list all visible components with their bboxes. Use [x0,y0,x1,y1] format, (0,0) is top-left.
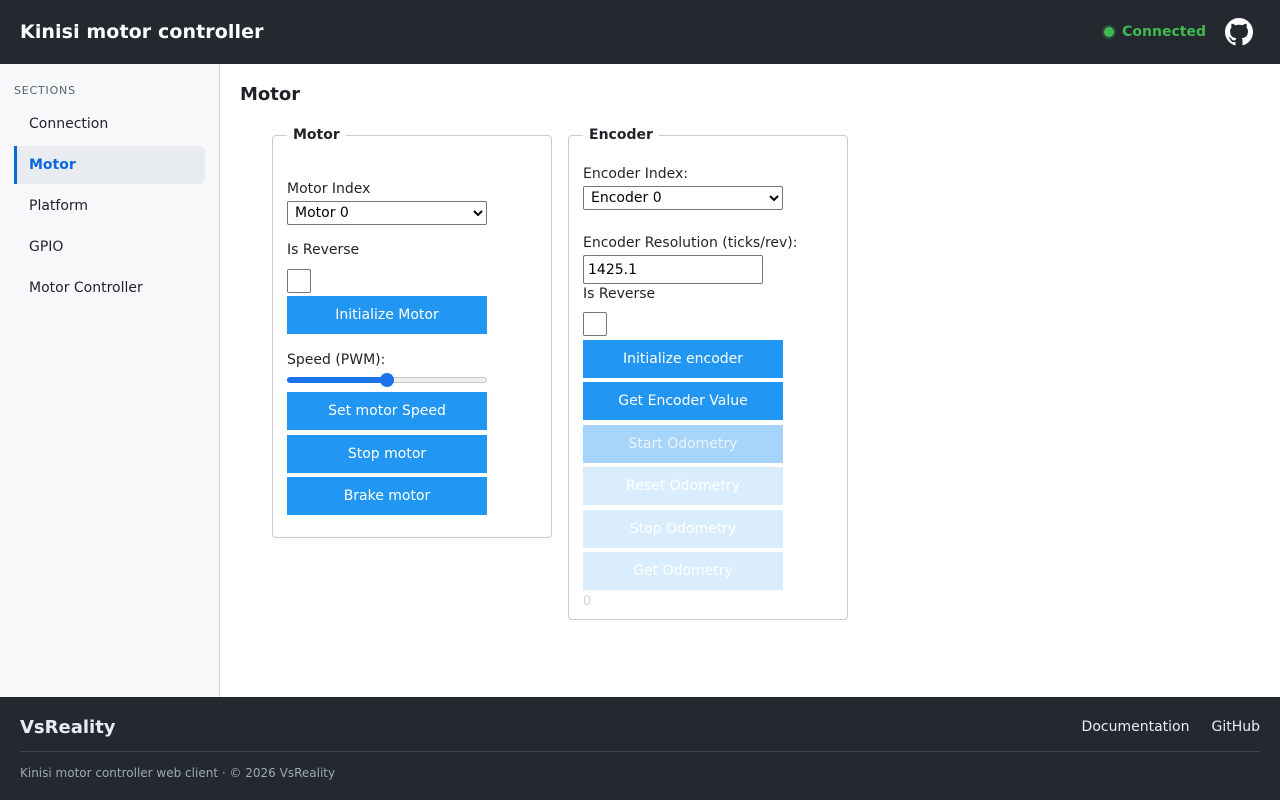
brake-motor-button[interactable]: Brake motor [287,477,487,515]
encoder-index-select[interactable]: Encoder 0 [583,186,783,210]
footer-divider [20,751,1260,752]
sidebar-item-motor-controller[interactable]: Motor Controller [14,269,205,307]
get-encoder-value-button[interactable]: Get Encoder Value [583,382,783,420]
speed-slider-thumb[interactable] [380,373,394,387]
footer-brand: VsReality [20,717,116,738]
sidebar-nav: Connection Motor Platform GPIO Motor Con… [0,105,219,307]
github-button[interactable] [1224,17,1254,47]
github-link[interactable]: GitHub [1211,719,1260,735]
sidebar-item-gpio[interactable]: GPIO [14,228,205,266]
motor-index-select[interactable]: Motor 0 [287,201,487,225]
main-content: Motor Motor Motor Index Motor 0 Is Rever… [220,64,1280,697]
stop-odometry-button[interactable]: Stop Odometry [583,510,783,548]
encoder-resolution-label: Encoder Resolution (ticks/rev): [583,235,798,251]
encoder-reverse-label: Is Reverse [583,286,656,302]
sidebar-item-platform[interactable]: Platform [14,187,205,225]
status-label: Connected [1122,24,1206,40]
sidebar-heading: SECTIONS [14,84,76,97]
speed-label: Speed (PWM): [287,352,386,368]
page-title: Motor [240,84,301,105]
sidebar-item-motor[interactable]: Motor [14,146,205,184]
encoder-panel: Encoder Encoder Index: Encoder 0 Encoder… [568,127,848,620]
speed-slider[interactable] [287,372,487,388]
sidebar-item-connection[interactable]: Connection [14,105,205,143]
footer: VsReality Documentation GitHub Kinisi mo… [0,697,1280,800]
encoder-resolution-input[interactable] [583,255,763,284]
initialize-motor-button[interactable]: Initialize Motor [287,296,487,334]
start-odometry-button[interactable]: Start Odometry [583,425,783,463]
motor-reverse-checkbox[interactable] [287,269,311,293]
stop-motor-button[interactable]: Stop motor [287,435,487,473]
top-bar: Kinisi motor controller Connected [0,0,1280,64]
github-icon [1225,18,1253,46]
encoder-reverse-checkbox[interactable] [583,312,607,336]
sidebar: SECTIONS Connection Motor Platform GPIO … [0,64,220,697]
motor-panel-legend: Motor [293,127,340,143]
reset-odometry-button[interactable]: Reset Odometry [583,467,783,505]
initialize-encoder-button[interactable]: Initialize encoder [583,340,783,378]
connection-status: Connected [1104,24,1206,40]
app-title: Kinisi motor controller [20,21,264,43]
speed-slider-fill [287,377,387,383]
header-actions: Connected [1104,17,1260,47]
motor-panel: Motor Motor Index Motor 0 Is Reverse Ini… [272,127,552,538]
motor-reverse-label: Is Reverse [287,242,360,258]
footer-copyright: Kinisi motor controller web client · © 2… [20,766,336,780]
motor-index-label: Motor Index [287,181,371,197]
status-dot-icon [1104,27,1115,37]
get-odometry-button[interactable]: Get Odometry [583,552,783,590]
footer-links: Documentation GitHub [1060,719,1260,735]
documentation-link[interactable]: Documentation [1082,719,1190,735]
odometry-value: 0 [583,594,592,609]
set-motor-speed-button[interactable]: Set motor Speed [287,392,487,430]
encoder-index-label: Encoder Index: [583,166,688,182]
encoder-panel-legend: Encoder [589,127,653,143]
